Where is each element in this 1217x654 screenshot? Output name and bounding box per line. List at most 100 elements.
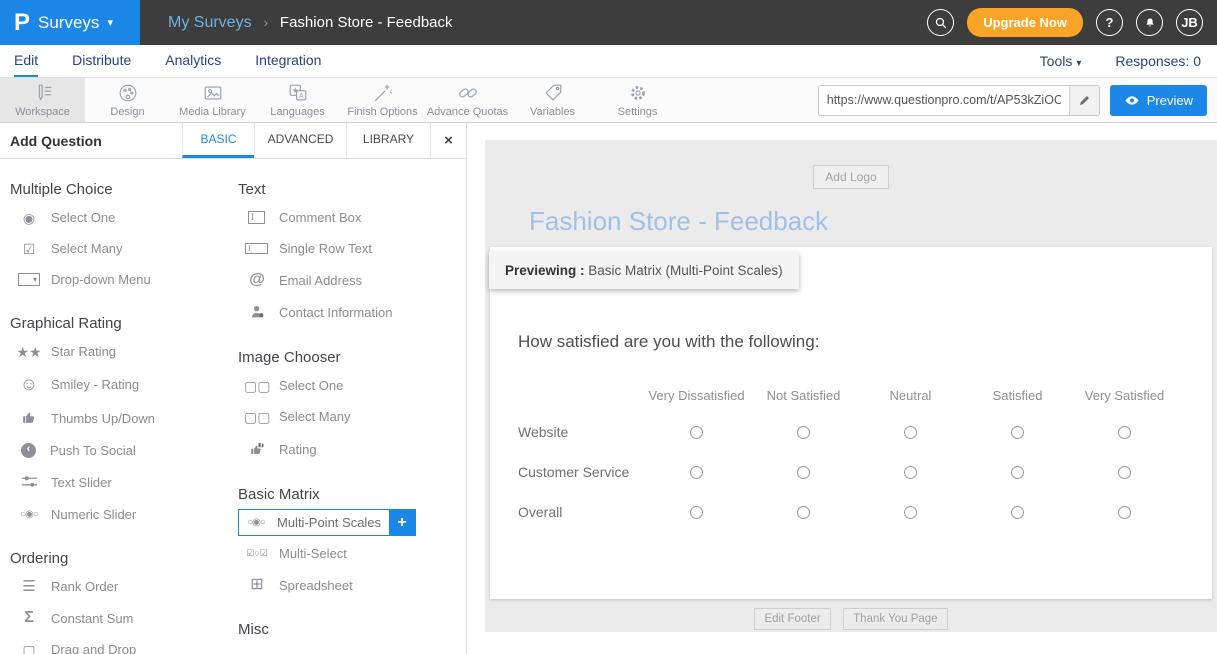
notifications-button[interactable]	[1136, 9, 1163, 36]
responses-count[interactable]: Responses: 0	[1115, 53, 1201, 69]
multi-point-icon: ○◉○	[243, 518, 269, 528]
pencil-icon	[1078, 94, 1091, 107]
toolbar-workspace[interactable]: Workspace	[0, 78, 85, 122]
section-graphical-rating: Graphical Rating	[10, 315, 238, 332]
question-type-constant-sum[interactable]: Σ Constant Sum	[10, 602, 238, 634]
radio-button[interactable]	[1118, 426, 1131, 439]
tab-library[interactable]: LIBRARY	[346, 123, 430, 158]
question-type-dropdown-menu[interactable]: ▾ Drop-down Menu	[10, 264, 238, 295]
upgrade-now-button[interactable]: Upgrade Now	[967, 8, 1083, 37]
questionpro-logo: P	[14, 9, 30, 37]
radio-button[interactable]	[797, 466, 810, 479]
question-type-rank-order[interactable]: ☰ Rank Order	[10, 571, 238, 602]
toolbar-finish-options[interactable]: Finish Options	[340, 78, 425, 122]
radio-button[interactable]	[1118, 506, 1131, 519]
toolbar-variables[interactable]: Variables	[510, 78, 595, 122]
radio-button[interactable]	[904, 506, 917, 519]
breadcrumb-separator-icon: ›	[264, 15, 268, 30]
question-type-column-1: Multiple Choice ◉ Select One ☑ Select Ma…	[10, 161, 238, 654]
eye-icon	[1124, 94, 1140, 107]
add-question-panel: Add Question BASIC ADVANCED LIBRARY × Mu…	[0, 123, 467, 654]
top-bar: P Surveys ▾ My Surveys › Fashion Store -…	[0, 0, 1217, 45]
toolbar-media-library[interactable]: Media Library	[170, 78, 255, 122]
breadcrumb: My Surveys › Fashion Store - Feedback	[168, 14, 927, 32]
question-type-image-select-many[interactable]: ▢▢ Select Many	[238, 401, 466, 432]
survey-title[interactable]: Fashion Store - Feedback	[529, 206, 1217, 237]
radio-button[interactable]	[1011, 426, 1024, 439]
survey-url-input[interactable]	[819, 86, 1069, 115]
matrix-col-header: Very Satisfied	[1071, 378, 1178, 412]
radio-button[interactable]	[797, 426, 810, 439]
thank-you-page-button[interactable]: Thank You Page	[843, 608, 947, 630]
question-type-star-rating[interactable]: ★★ Star Rating	[10, 336, 238, 367]
question-type-spreadsheet[interactable]: ⊞ Spreadsheet	[238, 569, 466, 601]
search-button[interactable]	[927, 9, 954, 36]
stars-icon: ★★	[16, 345, 42, 359]
question-type-image-rating[interactable]: Rating	[238, 432, 466, 466]
preview-footer: Edit Footer Thank You Page	[485, 608, 1217, 630]
question-type-push-to-social[interactable]: ‹ Push To Social	[10, 435, 238, 466]
radio-button[interactable]	[690, 426, 703, 439]
question-type-smiley-rating[interactable]: ☺ Smiley - Rating	[10, 367, 238, 401]
edit-footer-button[interactable]: Edit Footer	[754, 608, 830, 630]
radio-button[interactable]	[904, 426, 917, 439]
previewing-value: Basic Matrix (Multi-Point Scales)	[585, 263, 783, 278]
numeric-slider-icon: ○◉○	[16, 510, 42, 520]
radio-button[interactable]	[1011, 506, 1024, 519]
tab-analytics[interactable]: Analytics	[165, 45, 221, 77]
tab-basic[interactable]: BASIC	[182, 123, 254, 158]
question-type-email-address[interactable]: @ Email Address	[238, 264, 466, 296]
section-text: Text	[238, 181, 466, 198]
question-type-multi-point-scales[interactable]: ○◉○ Multi-Point Scales	[239, 510, 389, 535]
close-panel-button[interactable]: ×	[430, 123, 466, 158]
toolbar-advance-quotas[interactable]: Advance Quotas	[425, 78, 510, 122]
matrix-col-header: Satisfied	[964, 378, 1071, 412]
preview-button[interactable]: Preview	[1110, 85, 1207, 116]
tab-advanced[interactable]: ADVANCED	[254, 123, 346, 158]
toolbar-settings[interactable]: Settings	[595, 78, 680, 122]
question-type-numeric-slider[interactable]: ○◉○ Numeric Slider	[10, 499, 238, 530]
toolbar-languages[interactable]: ★ A Languages	[255, 78, 340, 122]
tools-dropdown[interactable]: Tools▾	[1040, 53, 1082, 69]
radio-button[interactable]	[690, 506, 703, 519]
edit-url-button[interactable]	[1069, 86, 1099, 115]
tab-edit[interactable]: Edit	[14, 45, 38, 77]
question-type-contact-information[interactable]: Contact Information	[238, 296, 466, 329]
section-basic-matrix: Basic Matrix	[238, 486, 466, 503]
section-misc: Misc	[238, 621, 466, 638]
question-type-thumbs-up-down[interactable]: Thumbs Up/Down	[10, 401, 238, 435]
image-icon	[202, 82, 224, 104]
question-type-comment-box[interactable]: I Comment Box	[238, 202, 466, 233]
product-name: Surveys	[38, 13, 99, 33]
question-type-select-one[interactable]: ◉ Select One	[10, 202, 238, 233]
add-question-button[interactable]: +	[389, 510, 415, 535]
radio-button[interactable]	[1011, 466, 1024, 479]
section-image-chooser: Image Chooser	[238, 349, 466, 366]
plus-icon: +	[397, 514, 406, 531]
add-logo-button[interactable]: Add Logo	[813, 165, 888, 189]
sigma-icon: Σ	[16, 610, 42, 626]
help-button[interactable]: ?	[1096, 9, 1123, 36]
previewing-label: Previewing :	[505, 263, 585, 278]
add-question-header: Add Question BASIC ADVANCED LIBRARY ×	[0, 123, 466, 159]
question-type-text-slider[interactable]: Text Slider	[10, 466, 238, 499]
product-switcher[interactable]: P Surveys ▾	[0, 0, 140, 45]
tab-distribute[interactable]: Distribute	[72, 45, 131, 77]
question-type-drag-and-drop[interactable]: ▢ Drag and Drop	[10, 634, 238, 654]
radio-button[interactable]	[690, 466, 703, 479]
question-type-single-row-text[interactable]: I Single Row Text	[238, 233, 466, 264]
radio-button[interactable]	[1118, 466, 1131, 479]
breadcrumb-my-surveys[interactable]: My Surveys	[168, 14, 252, 32]
drag-drop-icon: ▢	[16, 643, 42, 654]
chevron-down-icon: ▾	[1076, 58, 1081, 69]
radio-button[interactable]	[797, 506, 810, 519]
translate-icon: ★ A	[287, 82, 309, 104]
toolbar-design[interactable]: Design	[85, 78, 170, 122]
sliders-icon	[16, 474, 42, 491]
radio-button[interactable]	[904, 466, 917, 479]
question-type-multi-select[interactable]: ☑○☑ Multi-Select	[238, 538, 466, 569]
question-type-select-many[interactable]: ☑ Select Many	[10, 233, 238, 264]
tab-integration[interactable]: Integration	[255, 45, 321, 77]
question-type-image-select-one[interactable]: ▢▢ Select One	[238, 370, 466, 401]
user-avatar[interactable]: JB	[1176, 9, 1203, 36]
